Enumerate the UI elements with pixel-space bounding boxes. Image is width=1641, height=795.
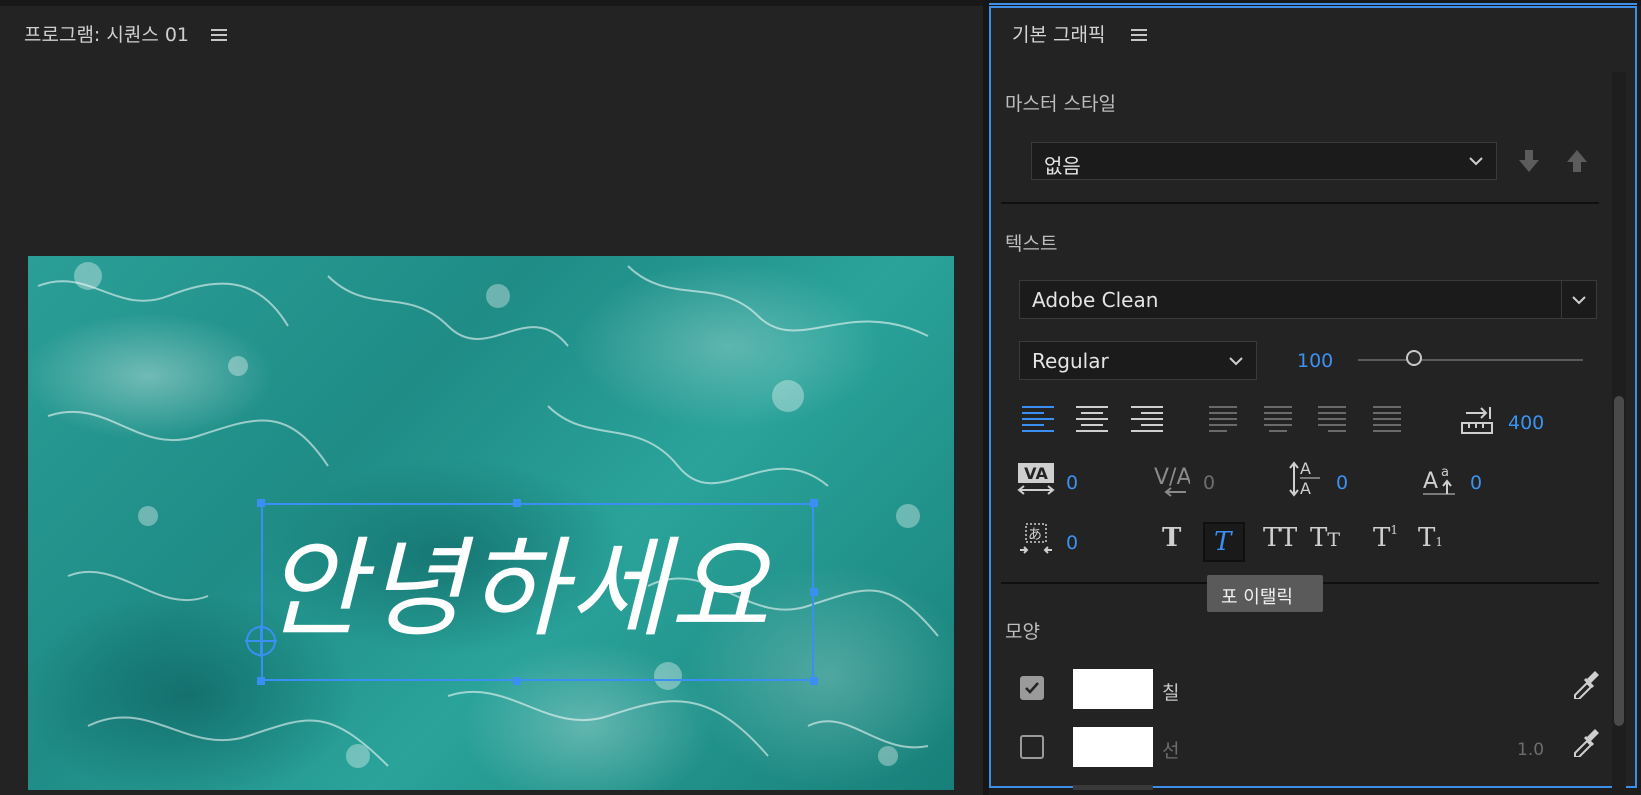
resize-handle[interactable] (810, 499, 818, 507)
tooltip-text: 포 이탤릭 (1221, 587, 1293, 608)
stroke-label: 선 (1162, 740, 1180, 762)
shadow-color-swatch-partial[interactable] (1073, 785, 1153, 790)
resize-handle[interactable] (257, 499, 265, 507)
hamburger-icon[interactable] (1131, 29, 1147, 41)
checkmark-icon (1025, 682, 1039, 694)
title-text-layer[interactable]: 안녕하세요 (264, 525, 771, 655)
faux-italic-icon: T (1214, 527, 1232, 557)
section-divider (1001, 202, 1599, 204)
tooltip: 포 이탤릭 (1207, 575, 1323, 612)
master-style-dropdown[interactable]: 없음 (1031, 142, 1497, 180)
font-family-value: Adobe Clean (1032, 288, 1159, 312)
font-size-value[interactable]: 100 (1297, 350, 1333, 372)
svg-text:V/A: V/A (1154, 465, 1190, 490)
chevron-down-icon (1572, 296, 1586, 305)
baseline-shift-value[interactable]: 0 (1470, 472, 1482, 494)
svg-text:a: a (1441, 465, 1449, 480)
eyedropper-icon[interactable] (1571, 727, 1599, 757)
resize-handle[interactable] (513, 499, 521, 507)
fill-color-swatch[interactable] (1073, 669, 1153, 709)
master-style-value: 없음 (1044, 154, 1081, 178)
svg-text:A: A (1300, 479, 1311, 498)
tracking-icon: VA (1017, 463, 1055, 495)
svg-text:A: A (1423, 469, 1438, 494)
tracking-value[interactable]: 0 (1066, 472, 1078, 494)
tab-width-icon (1461, 407, 1493, 434)
tsume-icon: あ (1020, 523, 1052, 554)
leading-value[interactable]: 0 (1336, 472, 1348, 494)
chevron-down-icon (1229, 357, 1243, 366)
scrollbar-thumb[interactable] (1614, 396, 1624, 726)
push-down-arrow-icon[interactable] (1517, 148, 1541, 174)
all-caps-icon[interactable]: TT (1263, 523, 1297, 553)
align-right-icon[interactable] (1131, 406, 1163, 436)
text-section-label: 텍스트 (1005, 233, 1058, 255)
leading-icon: A A (1289, 459, 1320, 498)
faux-bold-icon[interactable]: T (1162, 523, 1181, 553)
tab-width-value[interactable]: 400 (1508, 412, 1544, 434)
stroke-color-swatch[interactable] (1073, 727, 1153, 767)
resize-handle[interactable] (513, 677, 521, 685)
eyedropper-icon[interactable] (1571, 669, 1599, 699)
fill-label: 칠 (1162, 682, 1180, 704)
chevron-down-icon (1469, 157, 1483, 166)
kerning-value[interactable]: 0 (1203, 472, 1215, 494)
svg-text:A: A (1300, 459, 1311, 478)
justify-last-center-icon[interactable] (1264, 406, 1292, 436)
svg-text:VA: VA (1024, 464, 1048, 483)
tsume-value[interactable]: 0 (1066, 532, 1078, 554)
hamburger-icon[interactable] (211, 29, 227, 41)
resize-handle[interactable] (810, 588, 818, 596)
stroke-width-value[interactable]: 1.0 (1517, 740, 1544, 760)
graphics-panel-title[interactable]: 기본 그래픽 (1012, 20, 1105, 47)
faux-italic-button[interactable]: T (1203, 522, 1245, 562)
anchor-point-icon[interactable] (245, 625, 277, 657)
font-style-dropdown[interactable]: Regular (1019, 341, 1257, 380)
justify-last-left-icon[interactable] (1209, 406, 1237, 436)
justify-all-icon[interactable] (1373, 406, 1401, 436)
program-panel-title[interactable]: 프로그램: 시퀀스 01 (24, 20, 189, 47)
align-left-icon[interactable] (1022, 406, 1054, 436)
push-up-arrow-icon[interactable] (1565, 148, 1589, 174)
resize-handle[interactable] (257, 677, 265, 685)
kerning-icon: V/A (1154, 465, 1190, 497)
subscript-icon[interactable]: T1 (1418, 523, 1443, 553)
superscript-icon[interactable]: T1 (1373, 523, 1398, 553)
dropdown-separator (1561, 281, 1562, 318)
fill-checkbox[interactable] (1020, 676, 1044, 700)
stroke-checkbox[interactable] (1020, 735, 1044, 759)
small-caps-icon[interactable]: TT (1310, 523, 1340, 553)
master-style-label: 마스터 스타일 (1005, 93, 1116, 115)
font-style-value: Regular (1032, 349, 1109, 373)
baseline-shift-icon: A a (1423, 465, 1455, 495)
font-size-slider-track[interactable] (1358, 359, 1583, 361)
justify-last-right-icon[interactable] (1318, 406, 1346, 436)
align-center-icon[interactable] (1076, 406, 1108, 436)
resize-handle[interactable] (810, 677, 818, 685)
panel-focus-line (989, 3, 1637, 5)
font-family-dropdown[interactable]: Adobe Clean (1019, 280, 1597, 319)
svg-text:あ: あ (1028, 527, 1042, 543)
appearance-section-label: 모양 (1005, 621, 1040, 643)
